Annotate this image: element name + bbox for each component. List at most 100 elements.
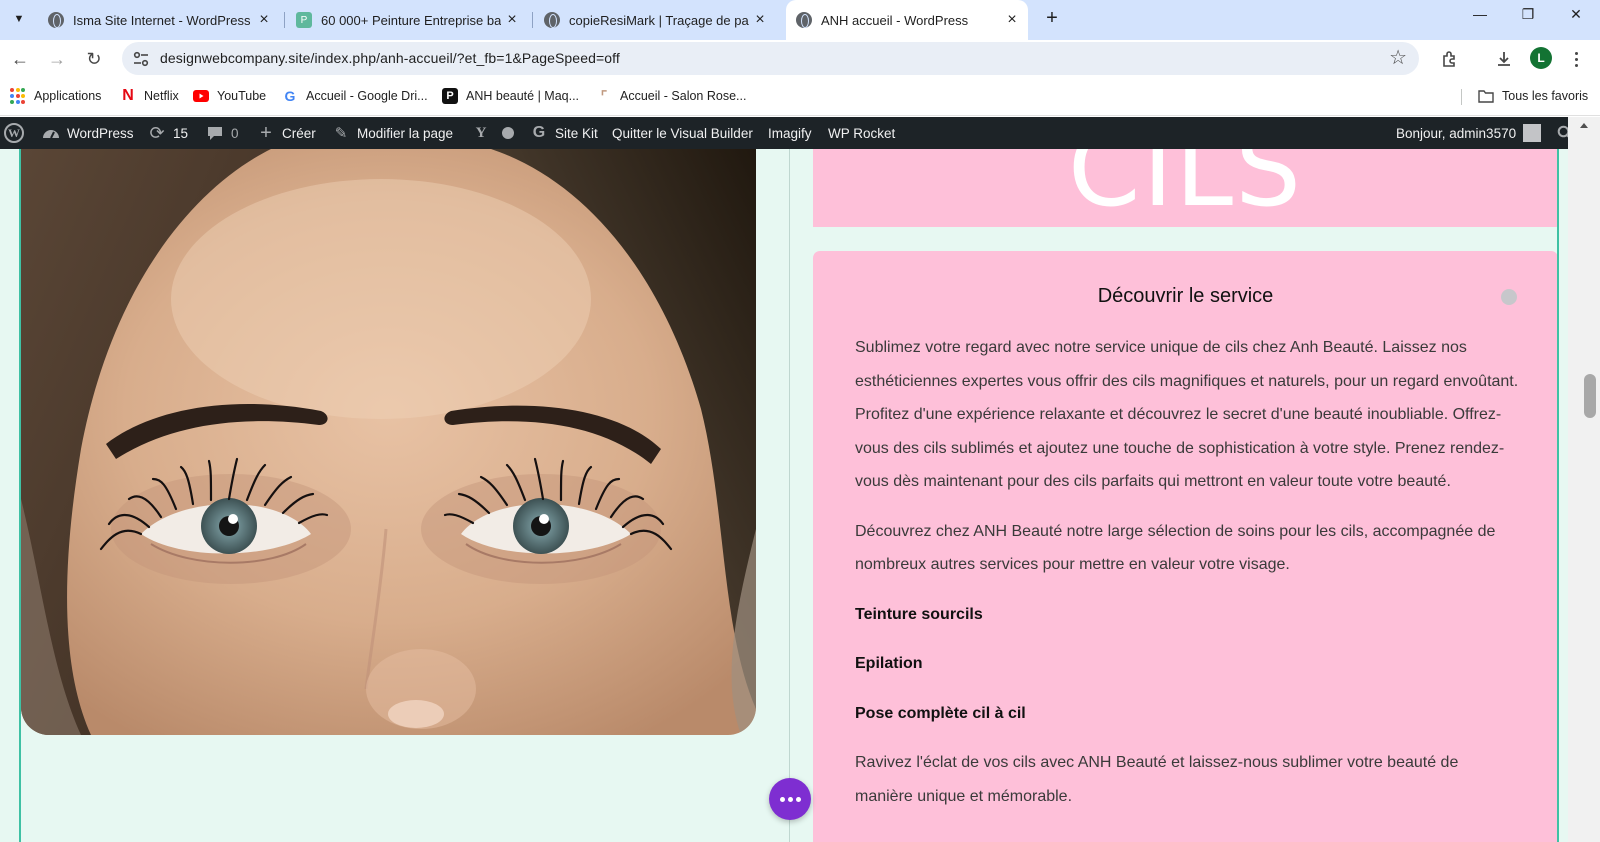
- service-intro: Découvrez chez ANH Beauté notre large sé…: [855, 522, 1496, 574]
- reload-icon[interactable]: ↻: [79, 44, 109, 74]
- card-title[interactable]: Découvrir le service: [813, 285, 1558, 308]
- section-heading-band: CILS: [813, 149, 1558, 227]
- tab-separator: [284, 12, 285, 28]
- bookmark-label: Accueil - Salon Rose...: [620, 89, 747, 103]
- edit-page-link[interactable]: ✎ Modifier la page: [332, 117, 453, 149]
- close-icon[interactable]: ×: [1004, 12, 1020, 28]
- url-text: designwebcompany.site/index.php/anh-accu…: [160, 50, 620, 66]
- imagify-menu[interactable]: Imagify: [768, 117, 812, 149]
- status-dot-icon: [502, 127, 514, 139]
- imagify-label: Imagify: [768, 125, 812, 141]
- close-icon[interactable]: ×: [752, 12, 768, 28]
- updates-count: 15: [173, 125, 189, 141]
- bookmark-salon-rose[interactable]: ⌜ Accueil - Salon Rose...: [596, 86, 747, 106]
- close-icon[interactable]: ×: [504, 12, 520, 28]
- tab-title: Isma Site Internet - WordPress: [73, 12, 251, 28]
- tab-copieresimark[interactable]: copieResiMark | Traçage de pari ×: [536, 0, 776, 40]
- comments-menu[interactable]: 0: [206, 117, 239, 149]
- section-heading: CILS: [1067, 149, 1304, 227]
- restore-icon[interactable]: ❐: [1505, 0, 1551, 28]
- wp-admin-bar: W WordPress ⟳ 15 0 + Créer ✎ Modifier la…: [0, 117, 1600, 149]
- service-card: Découvrir le service Sublimez votre rega…: [813, 251, 1558, 842]
- minimize-icon[interactable]: —: [1457, 0, 1503, 28]
- tab-isma-site[interactable]: Isma Site Internet - WordPress ×: [40, 0, 280, 40]
- card-body: Sublimez votre regard avec notre service…: [855, 331, 1520, 829]
- bookmark-netflix[interactable]: N Netflix: [120, 86, 179, 106]
- bookmark-star-icon[interactable]: ☆: [1389, 47, 1407, 69]
- site-name-menu[interactable]: WordPress: [42, 117, 134, 149]
- service-description: Sublimez votre regard avec notre service…: [855, 339, 1519, 490]
- bookmarks-separator: [1461, 89, 1462, 105]
- bookmark-label: Accueil - Google Dri...: [306, 89, 428, 103]
- forward-icon[interactable]: →: [42, 44, 72, 74]
- site-name-label: WordPress: [67, 125, 134, 141]
- bookmark-label: Tous les favoris: [1502, 89, 1589, 103]
- wordpress-icon: W: [4, 123, 24, 143]
- more-dots-icon: [779, 796, 785, 802]
- address-bar[interactable]: designwebcompany.site/index.php/anh-accu…: [122, 42, 1419, 75]
- comment-icon: [206, 124, 224, 142]
- close-icon[interactable]: ×: [256, 12, 272, 28]
- youtube-icon: [193, 88, 209, 104]
- bookmark-google-drive[interactable]: G Accueil - Google Dri...: [282, 86, 428, 106]
- tab-title: copieResiMark | Traçage de pari: [569, 12, 749, 28]
- comments-count: 0: [231, 125, 239, 141]
- back-icon[interactable]: ←: [5, 44, 35, 74]
- globe-icon: [544, 12, 560, 28]
- wp-rocket-label: WP Rocket: [828, 125, 896, 141]
- bookmark-applications[interactable]: Applications: [10, 86, 101, 106]
- tab-strip: ▼ Isma Site Internet - WordPress × P 60 …: [0, 0, 1600, 40]
- salon-icon: ⌜: [600, 87, 608, 104]
- wp-rocket-menu[interactable]: WP Rocket: [828, 117, 895, 149]
- scroll-up-arrow-icon[interactable]: [1580, 123, 1588, 128]
- site-kit-label: Site Kit: [555, 125, 598, 141]
- service-item: Teinture sourcils: [855, 605, 983, 623]
- service-closing: Ravivez l'éclat de vos cils avec ANH Bea…: [855, 754, 1459, 805]
- tab-title: 60 000+ Peinture Entreprise bar: [321, 12, 501, 28]
- toggle-indicator-icon[interactable]: [1501, 289, 1517, 305]
- tab-anh-accueil[interactable]: ANH accueil - WordPress ×: [786, 0, 1028, 40]
- google-icon: G: [284, 88, 296, 104]
- download-icon[interactable]: [1491, 46, 1517, 72]
- new-content-menu[interactable]: + Créer: [257, 117, 316, 149]
- scrollbar-thumb[interactable]: [1584, 374, 1596, 418]
- folder-icon: [1478, 88, 1494, 104]
- updates-icon: ⟳: [149, 122, 165, 143]
- wp-logo-menu[interactable]: W: [4, 117, 24, 149]
- service-item: Epilation: [855, 655, 923, 672]
- seo-status-indicator: [502, 117, 514, 149]
- site-kit-menu[interactable]: G Site Kit: [530, 117, 598, 149]
- page-scrollbar[interactable]: [1568, 117, 1600, 842]
- site-info-icon[interactable]: [132, 50, 150, 68]
- extensions-icon[interactable]: [1437, 46, 1463, 72]
- bookmark-anh-beaute[interactable]: P ANH beauté | Maq...: [442, 86, 579, 106]
- window-close-icon[interactable]: ✕: [1553, 0, 1599, 28]
- document-icon: P: [296, 12, 312, 28]
- quit-visual-builder-link[interactable]: Quitter le Visual Builder: [612, 117, 753, 149]
- dashboard-gauge-icon: [42, 124, 60, 142]
- builder-settings-button[interactable]: [769, 778, 811, 820]
- page-canvas: CILS Découvrir le service Sublimez votre…: [0, 149, 1568, 842]
- browser-toolbar: ← → ↻ designwebcompany.site/index.php/an…: [0, 40, 1600, 76]
- profile-avatar[interactable]: L: [1530, 47, 1552, 69]
- yoast-menu[interactable]: Y: [472, 117, 497, 149]
- section-outline-right: [1557, 149, 1559, 842]
- netflix-icon: N: [122, 87, 134, 104]
- eyelashes-photo[interactable]: [21, 149, 756, 735]
- my-account-menu[interactable]: Bonjour, admin3570: [1396, 117, 1542, 149]
- browser-menu-icon[interactable]: [1566, 46, 1586, 72]
- bookmark-youtube[interactable]: YouTube: [193, 86, 266, 106]
- new-tab-button[interactable]: +: [1038, 4, 1066, 32]
- user-avatar-icon: [1523, 124, 1542, 142]
- tab-peinture[interactable]: P 60 000+ Peinture Entreprise bar ×: [288, 0, 528, 40]
- apps-grid-icon: [10, 88, 26, 104]
- bookmark-label: Applications: [34, 89, 102, 103]
- all-bookmarks[interactable]: Tous les favoris: [1478, 86, 1588, 106]
- google-g-icon: G: [532, 124, 546, 141]
- quit-visual-builder-label: Quitter le Visual Builder: [612, 125, 753, 141]
- bookmark-label: ANH beauté | Maq...: [466, 89, 580, 103]
- updates-menu[interactable]: ⟳ 15: [148, 117, 188, 149]
- tab-search-chevron-icon[interactable]: ▼: [6, 6, 32, 32]
- service-item: Pose complète cil à cil: [855, 704, 1026, 722]
- bookmark-label: YouTube: [217, 89, 267, 103]
